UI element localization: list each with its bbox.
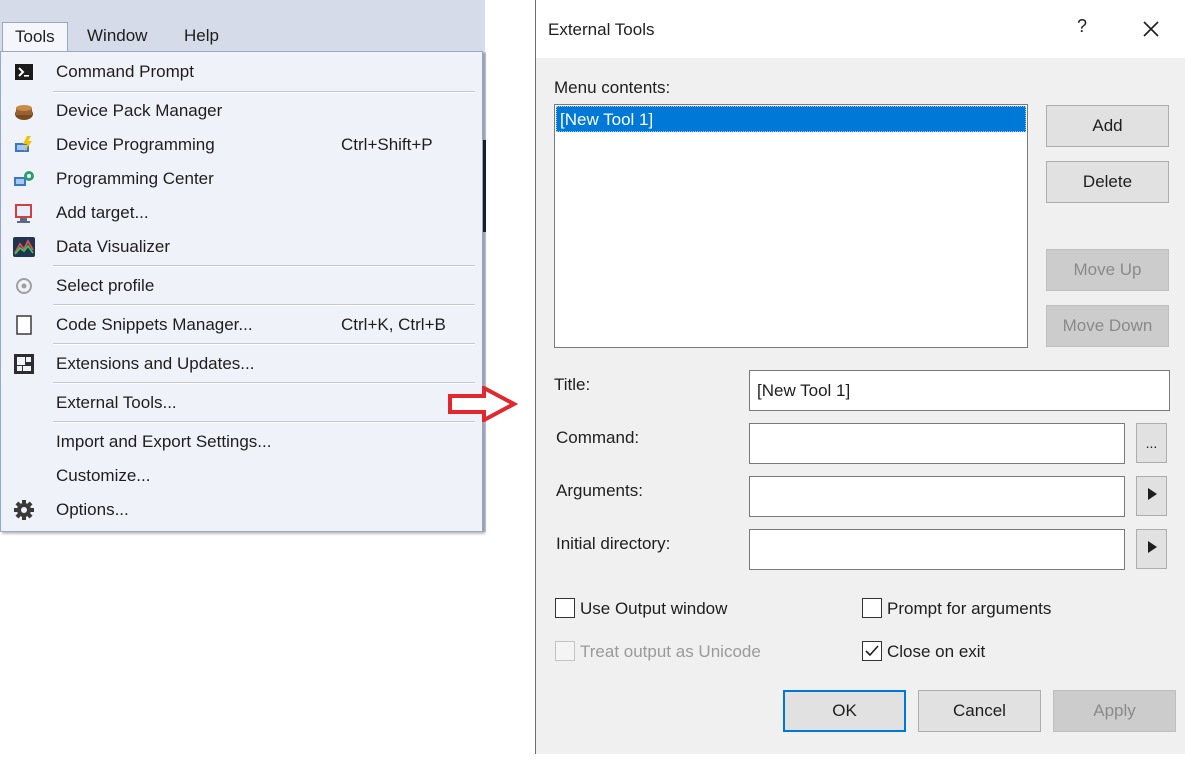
menu-item-programming-center[interactable]: Programming Center <box>1 163 482 195</box>
command-prompt-icon <box>12 61 36 83</box>
cancel-button[interactable]: Cancel <box>918 690 1041 732</box>
arguments-menu-button[interactable] <box>1136 476 1167 516</box>
title-field[interactable] <box>749 370 1170 411</box>
ok-button[interactable]: OK <box>783 690 906 732</box>
menu-contents-list[interactable]: [New Tool 1] <box>554 104 1028 348</box>
arguments-field[interactable] <box>749 476 1125 517</box>
close-icon[interactable] <box>1136 16 1166 44</box>
triangle-right-icon <box>1147 541 1157 553</box>
treat-output-unicode-label: Treat output as Unicode <box>580 642 761 661</box>
external-tools-dialog: External Tools ? Menu contents: [New Too… <box>535 0 1185 754</box>
initial-directory-field[interactable] <box>749 529 1125 570</box>
extensions-icon <box>12 353 36 375</box>
command-label: Command: <box>556 428 640 447</box>
device-programming-icon <box>12 134 36 156</box>
dialog-title-bar: External Tools ? <box>536 0 1185 58</box>
menu-separator <box>53 382 475 384</box>
menu-bar: Tools Window Help <box>0 0 485 52</box>
menu-item-external-tools[interactable]: External Tools... <box>1 387 482 419</box>
menu-separator <box>53 343 475 345</box>
prompt-for-arguments-label: Prompt for arguments <box>887 599 1052 618</box>
browse-command-button[interactable]: ... <box>1136 423 1167 463</box>
gear-icon <box>12 499 36 521</box>
programming-center-icon <box>12 168 36 190</box>
red-arrow-icon <box>448 386 518 422</box>
menu-help[interactable]: Help <box>184 22 219 52</box>
menu-item-extensions-and-updates[interactable]: Extensions and Updates... <box>1 348 482 380</box>
arguments-label: Arguments: <box>556 481 643 500</box>
tools-dropdown-menu: Command Prompt Device Pack Manager Devic… <box>0 51 483 532</box>
title-label: Title: <box>554 375 591 394</box>
command-field[interactable] <box>749 423 1125 464</box>
code-snippets-icon <box>12 314 36 336</box>
triangle-right-icon <box>1147 488 1157 500</box>
close-on-exit-checkbox[interactable] <box>862 641 882 661</box>
checkmark-icon <box>865 645 879 657</box>
data-visualizer-icon <box>12 236 36 258</box>
menu-separator <box>53 91 475 93</box>
menu-item-device-programming[interactable]: Device Programming Ctrl+Shift+P <box>1 129 482 161</box>
menu-item-select-profile[interactable]: Select profile <box>1 270 482 302</box>
close-on-exit-label: Close on exit <box>887 642 986 661</box>
apply-button[interactable]: Apply <box>1053 690 1176 732</box>
delete-button[interactable]: Delete <box>1046 161 1169 203</box>
move-down-button[interactable]: Move Down <box>1046 305 1169 347</box>
menu-separator <box>53 421 475 423</box>
menu-separator <box>53 265 475 267</box>
prompt-for-arguments-checkbox[interactable] <box>862 598 882 618</box>
use-output-window-label: Use Output window <box>580 599 728 618</box>
menu-item-options[interactable]: Options... <box>1 494 482 526</box>
menu-item-import-export-settings[interactable]: Import and Export Settings... <box>1 426 482 458</box>
menu-separator <box>53 304 475 306</box>
device-pack-icon <box>12 100 36 122</box>
menu-item-device-pack-manager[interactable]: Device Pack Manager <box>1 95 482 127</box>
menu-item-code-snippets-manager[interactable]: Code Snippets Manager... Ctrl+K, Ctrl+B <box>1 309 482 341</box>
treat-output-unicode-checkbox[interactable] <box>555 641 575 661</box>
add-target-icon <box>12 202 36 224</box>
dialog-title: External Tools <box>548 20 655 39</box>
menu-item-data-visualizer[interactable]: Data Visualizer <box>1 231 482 263</box>
list-item[interactable]: [New Tool 1] <box>556 106 1026 132</box>
use-output-window-checkbox[interactable] <box>555 598 575 618</box>
help-button[interactable]: ? <box>1070 16 1094 42</box>
menu-item-customize[interactable]: Customize... <box>1 460 482 492</box>
add-button[interactable]: Add <box>1046 105 1169 147</box>
initial-directory-menu-button[interactable] <box>1136 529 1167 569</box>
menu-item-add-target[interactable]: Add target... <box>1 197 482 229</box>
menu-item-command-prompt[interactable]: Command Prompt <box>1 56 482 88</box>
initial-directory-label: Initial directory: <box>556 534 671 553</box>
move-up-button[interactable]: Move Up <box>1046 249 1169 291</box>
menu-window[interactable]: Window <box>87 22 147 52</box>
menu-contents-label: Menu contents: <box>554 78 671 97</box>
menu-tools[interactable]: Tools <box>2 22 68 52</box>
select-profile-icon <box>12 275 36 297</box>
